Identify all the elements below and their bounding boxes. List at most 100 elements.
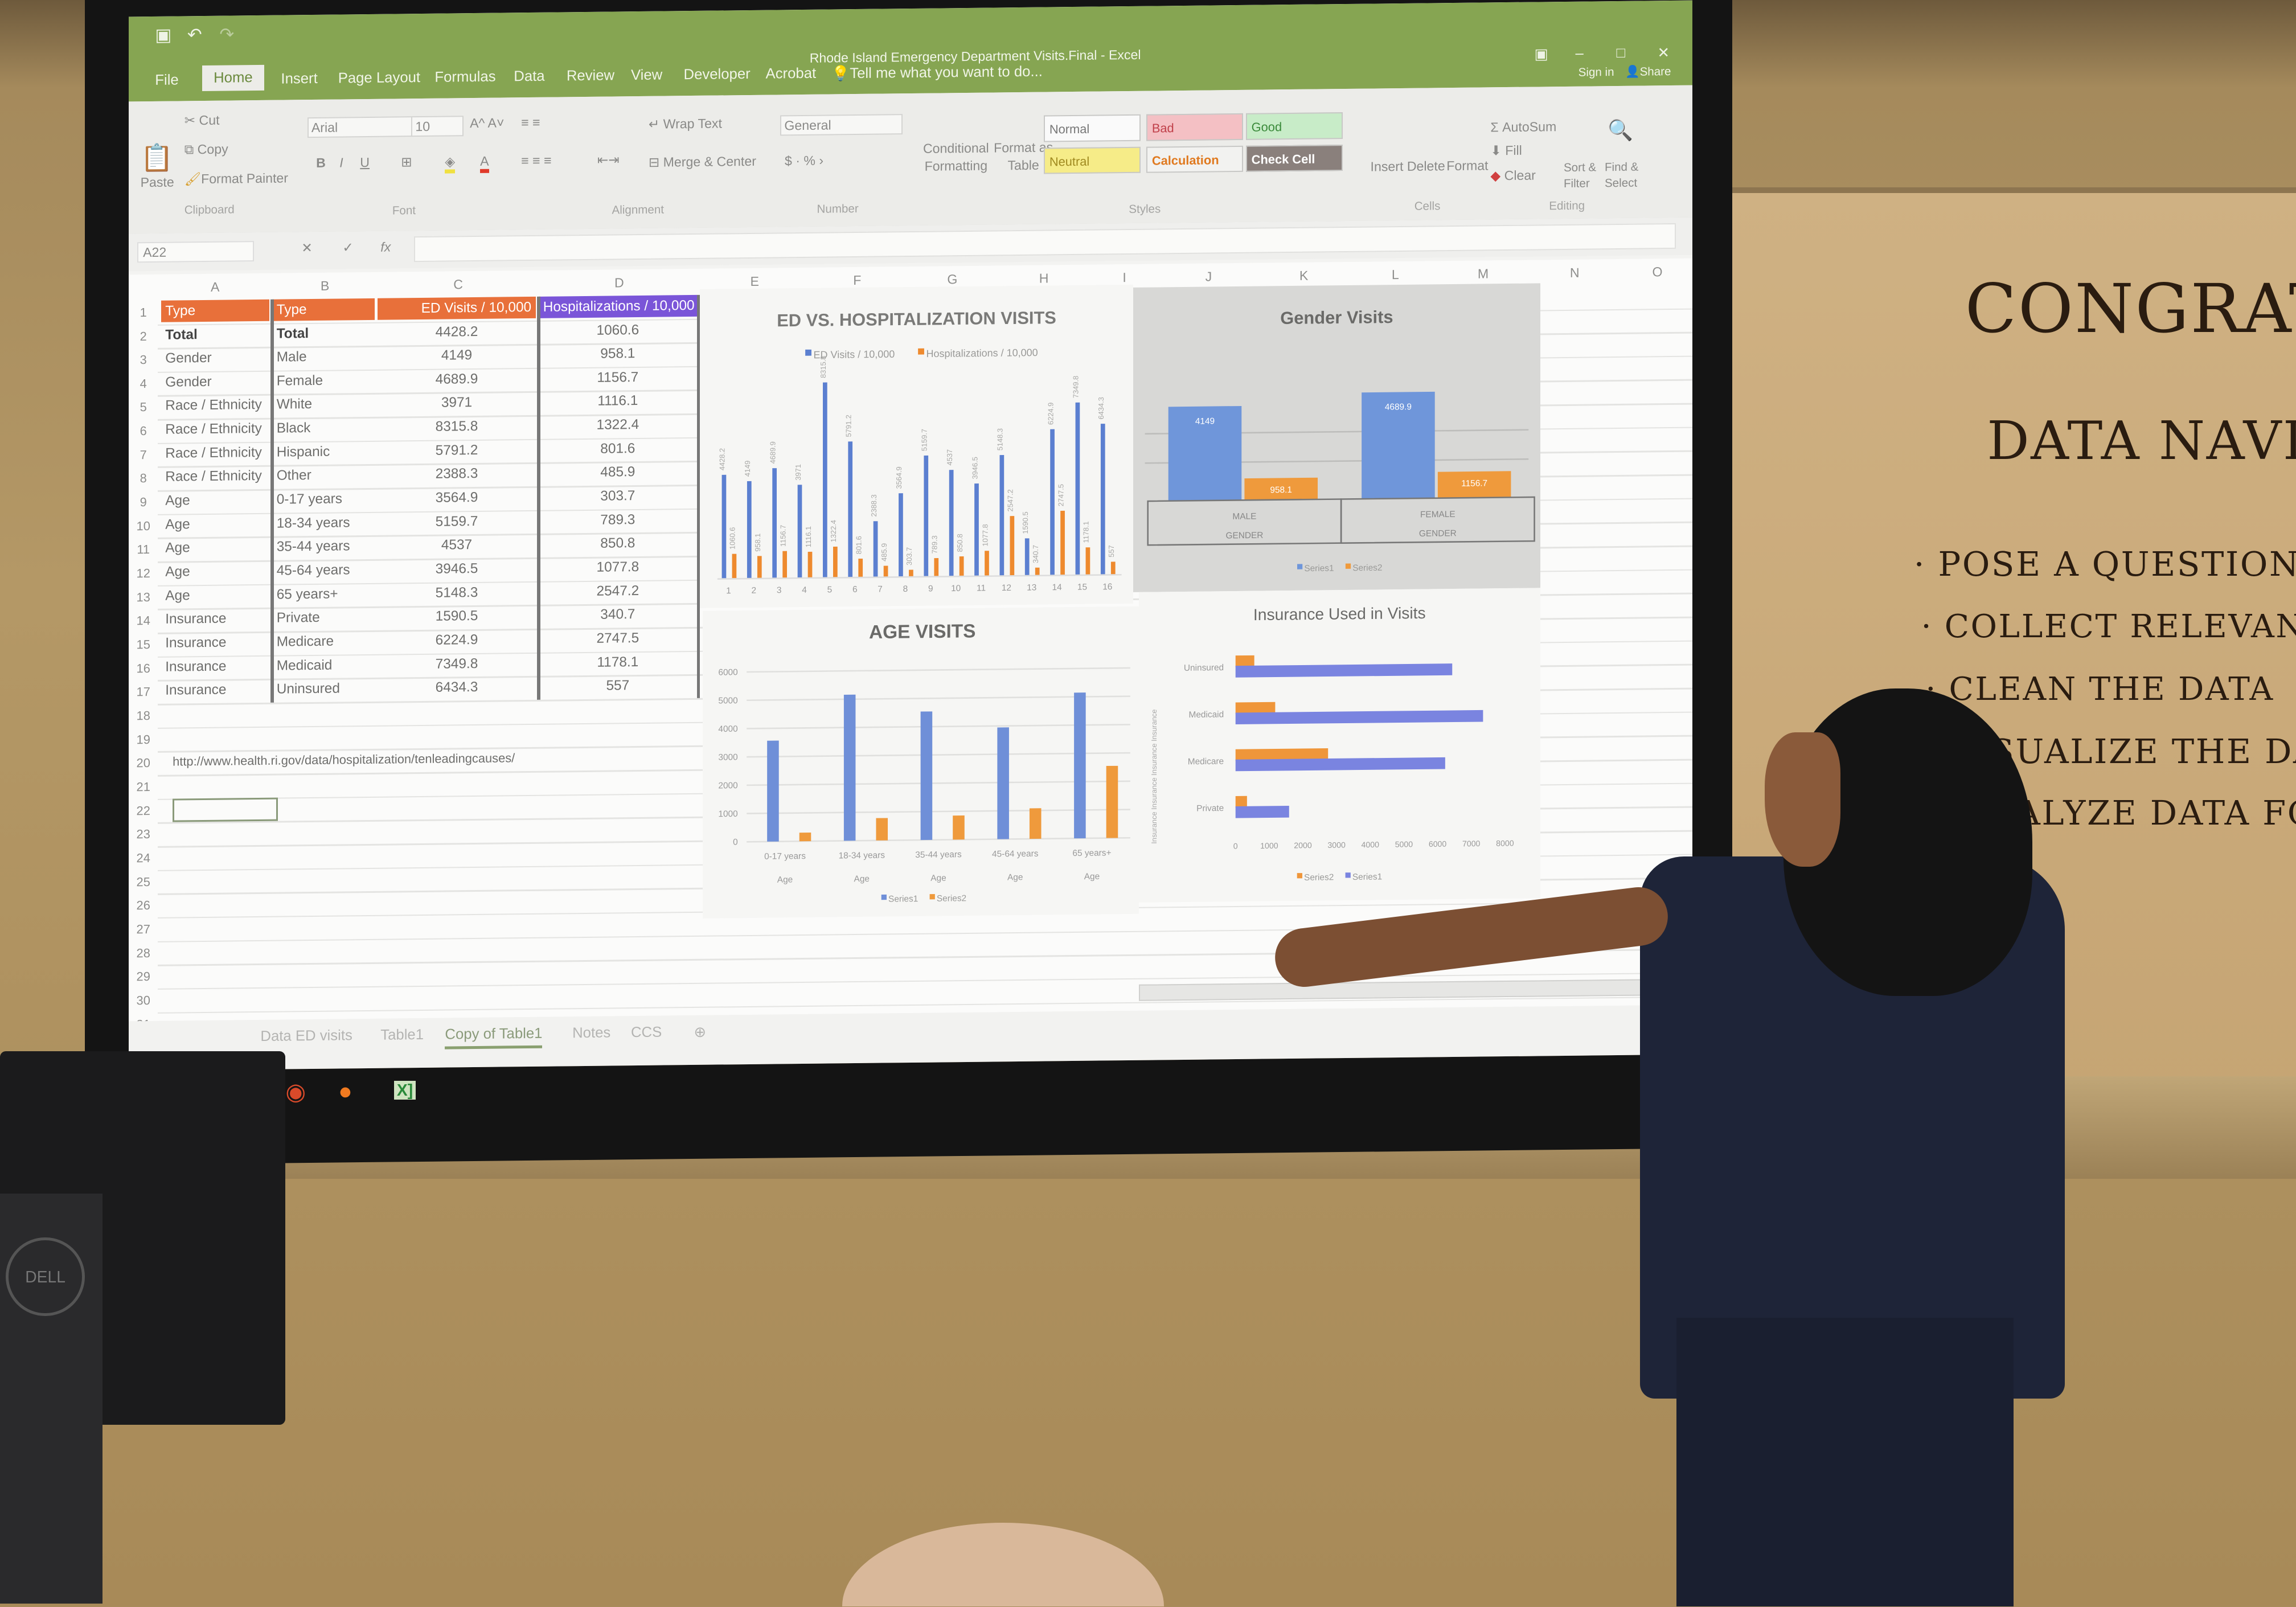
table-cell[interactable]: Total (161, 323, 269, 347)
bar-series2[interactable] (1106, 766, 1118, 839)
table-header-cell[interactable]: Type (272, 298, 375, 322)
conditional-formatting-button[interactable]: Conditional Formatting (920, 140, 993, 175)
column-header[interactable]: O (1622, 264, 1692, 280)
bar-hospitalizations[interactable] (833, 546, 838, 578)
wrap-text-button[interactable]: ↵ Wrap Text (649, 116, 722, 132)
table-cell[interactable]: 4689.9 (378, 368, 536, 391)
bar-series1[interactable] (844, 695, 856, 842)
row-header[interactable]: 16 (129, 657, 158, 680)
table-cell[interactable]: Race / Ethnicity (161, 466, 269, 489)
chrome-icon[interactable]: ◉ (285, 1078, 306, 1105)
table-cell[interactable]: Age (161, 584, 269, 608)
table-cell[interactable]: Black (272, 417, 375, 440)
bar-hospitalizations[interactable] (1010, 516, 1015, 576)
sheet-tab-copy-of-table1[interactable]: Copy of Table1 (445, 1026, 543, 1050)
bar-ed-visits[interactable] (772, 468, 777, 579)
bar-hospitalizations[interactable] (807, 551, 813, 579)
bar-ed-visits[interactable] (873, 521, 878, 577)
table-cell[interactable]: 2747.5 (539, 627, 697, 650)
table-cell[interactable]: 1060.6 (539, 319, 697, 342)
table-cell[interactable]: 4537 (378, 534, 536, 557)
table-cell[interactable]: 2547.2 (539, 580, 697, 603)
table-cell[interactable]: 485.9 (539, 461, 697, 485)
table-cell[interactable]: 1322.4 (539, 413, 697, 437)
table-cell[interactable]: 8315.8 (378, 415, 536, 438)
bar-ed-visits[interactable] (1101, 424, 1105, 575)
table-cell[interactable]: 4428.2 (378, 321, 536, 344)
sheet-tab-table1[interactable]: Table1 (381, 1027, 424, 1044)
row-header[interactable]: 22 (129, 799, 158, 823)
row-header[interactable]: 9 (129, 490, 158, 514)
bar-hospitalizations[interactable] (1060, 510, 1065, 576)
table-cell[interactable]: 1590.5 (378, 605, 536, 629)
column-header[interactable]: D (539, 274, 700, 292)
bar-hospitalizations[interactable] (883, 565, 888, 577)
row-header[interactable]: 17 (129, 680, 158, 704)
table-cell[interactable]: Private (272, 607, 375, 630)
find-select-button[interactable]: Find & Select (1605, 159, 1646, 192)
row-header[interactable]: 18 (129, 704, 158, 728)
bar-hospitalizations[interactable] (985, 551, 989, 576)
table-cell[interactable]: Gender (161, 371, 269, 394)
excel-taskbar-icon[interactable]: X] (393, 1080, 416, 1100)
chart-gender-visits[interactable]: Gender Visits 4149 958.1 MALE GENDER 4689.9 11… (1133, 283, 1541, 592)
name-box[interactable]: A22 (137, 241, 255, 263)
style-check-cell[interactable]: Check Cell (1246, 145, 1343, 173)
table-cell[interactable]: Other (272, 465, 375, 487)
bar-hospitalizations[interactable] (858, 558, 863, 578)
font-color-icon[interactable]: A (480, 154, 489, 174)
row-header[interactable]: 27 (129, 917, 158, 941)
table-cell[interactable]: Insurance (161, 655, 269, 679)
table-cell[interactable]: Race / Ethnicity (161, 418, 269, 441)
table-cell[interactable]: 4149 (378, 344, 536, 367)
sort-filter-button[interactable]: Sort & Filter (1564, 159, 1605, 192)
underline-button[interactable]: U (360, 155, 370, 170)
table-cell[interactable]: 6434.3 (378, 677, 536, 700)
chart-insurance-used[interactable]: Insurance Used in Visits Insurance Insura… (1139, 588, 1541, 903)
table-cell[interactable]: 789.3 (539, 509, 697, 532)
enter-icon[interactable]: ✓ (343, 240, 354, 256)
table-cell[interactable]: Uninsured (272, 678, 375, 701)
share-button[interactable]: 👤Share (1625, 65, 1671, 80)
row-header[interactable]: 14 (129, 609, 158, 633)
row-header[interactable]: 12 (129, 561, 158, 585)
bar-series2[interactable] (1030, 808, 1042, 839)
tab-view[interactable]: View (631, 67, 662, 84)
chart-ed-vs-hospitalization[interactable]: ED VS. HOSPITALIZATION VISITS ED Visits /… (700, 284, 1134, 609)
row-header[interactable]: 28 (129, 941, 158, 965)
bar-ed-visits[interactable] (747, 481, 752, 579)
bar-series1[interactable] (920, 712, 933, 841)
bar-series1[interactable] (767, 741, 779, 842)
fx-icon[interactable]: fx (381, 240, 391, 255)
table-cell[interactable]: Age (161, 537, 269, 560)
bar-series2[interactable] (799, 833, 811, 842)
table-cell[interactable]: Insurance (161, 632, 269, 655)
currency-icon[interactable]: $ · % › (785, 153, 823, 169)
table-cell[interactable]: 18-34 years (272, 512, 375, 535)
tab-data[interactable]: Data (514, 68, 545, 85)
bold-button[interactable]: B (316, 155, 326, 171)
bar-series1[interactable] (1236, 757, 1446, 772)
row-header[interactable]: 11 (129, 538, 158, 562)
table-cell[interactable]: Race / Ethnicity (161, 442, 269, 465)
bar-hospitalizations[interactable] (934, 558, 939, 577)
format-cells-button[interactable]: Format (1447, 158, 1489, 174)
table-cell[interactable]: Hispanic (272, 441, 375, 464)
format-painter-button[interactable]: 🖌Format Painter (184, 170, 288, 187)
column-header[interactable]: L (1351, 267, 1439, 284)
grow-font-icon[interactable]: A^ A˅ (470, 116, 504, 132)
sheet-tab-ccs[interactable]: CCS (631, 1024, 662, 1042)
row-header[interactable]: 23 (129, 823, 158, 847)
bar-hospitalizations[interactable] (1035, 567, 1040, 576)
redo-icon[interactable]: ↷ (220, 24, 235, 45)
bar-ed-visits[interactable] (899, 493, 903, 577)
table-cell[interactable]: Total (272, 322, 375, 345)
bar-hospitalizations[interactable] (909, 569, 913, 577)
row-header[interactable]: 21 (129, 775, 158, 799)
table-cell[interactable]: 1156.7 (539, 366, 697, 390)
column-header[interactable]: N (1527, 265, 1622, 281)
table-cell[interactable]: 340.7 (539, 604, 697, 627)
align-left-icon[interactable]: ≡ ≡ ≡ (521, 153, 551, 169)
table-cell[interactable]: Gender (161, 347, 269, 370)
bar-ed-visits[interactable] (999, 454, 1004, 576)
